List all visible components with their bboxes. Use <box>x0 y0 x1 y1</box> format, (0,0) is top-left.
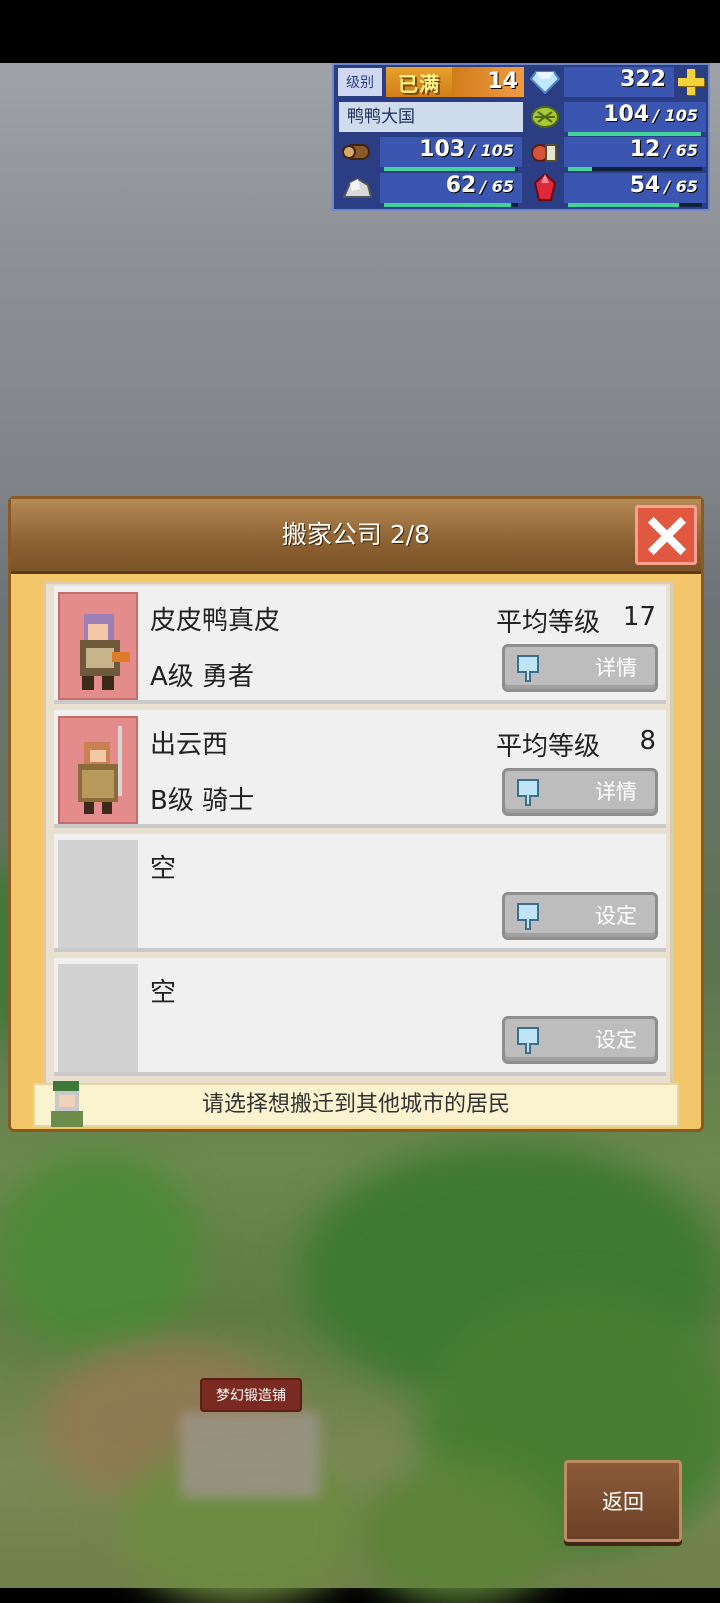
pin-icon <box>517 655 539 682</box>
empty-slot-label: 空 <box>150 978 177 1008</box>
avg-level-value: 17 <box>622 602 656 632</box>
avatar <box>58 592 138 700</box>
gem-count: 322 <box>564 67 674 97</box>
ore-bar <box>384 203 511 207</box>
shop-sign[interactable]: 梦幻锻造铺 <box>200 1378 302 1412</box>
mana-value: 54/ 65 <box>564 173 706 207</box>
resident-list: 皮皮鸭真皮 A级 勇者 平均等级 17 详情 出云西 B级 骑士 平均等级 8 … <box>43 581 673 1089</box>
resident-slot-1[interactable]: 皮皮鸭真皮 A级 勇者 平均等级 17 详情 <box>54 586 666 704</box>
details-button[interactable]: 详情 <box>502 768 658 816</box>
shop-building <box>180 1412 320 1498</box>
wood-icon <box>340 137 374 167</box>
moving-company-dialog: 搬家公司 2/8 皮皮鸭真皮 A级 勇者 平均等级 17 详情 出云西 B级 骑… <box>8 496 704 1132</box>
add-gems-button[interactable] <box>676 67 706 97</box>
avatar <box>58 716 138 824</box>
status-bar <box>0 0 720 63</box>
empty-portrait <box>58 840 138 948</box>
empty-slot-label: 空 <box>150 854 177 884</box>
details-button[interactable]: 详情 <box>502 644 658 692</box>
resident-slot-4[interactable]: 空 设定 <box>54 958 666 1076</box>
diamond-icon <box>528 67 562 97</box>
resident-rank: A级 勇者 <box>150 662 255 692</box>
set-button[interactable]: 设定 <box>502 1016 658 1064</box>
grain-icon <box>528 102 562 132</box>
avg-level-value: 8 <box>639 726 656 756</box>
dialog-title: 搬家公司 2/8 <box>281 520 431 549</box>
pin-icon <box>517 1027 539 1054</box>
ore-icon <box>340 173 374 203</box>
food-icon <box>528 137 562 167</box>
mana-bar <box>568 203 679 207</box>
resident-rank: B级 骑士 <box>150 786 255 816</box>
resident-name: 皮皮鸭真皮 <box>150 606 281 636</box>
plus-icon <box>678 69 704 95</box>
level-label: 级别 <box>337 67 383 97</box>
resident-slot-3[interactable]: 空 设定 <box>54 834 666 952</box>
resident-name: 出云西 <box>150 730 229 760</box>
close-button[interactable] <box>635 505 697 565</box>
wood-value: 103/ 105 <box>380 137 522 171</box>
back-button[interactable]: 返回 <box>564 1460 682 1542</box>
level-value: 14 <box>452 67 524 97</box>
hint-text: 请选择想搬迁到其他城市的居民 <box>201 1092 510 1117</box>
pin-icon <box>517 779 539 806</box>
set-button[interactable]: 设定 <box>502 892 658 940</box>
resident-slot-2[interactable]: 出云西 B级 骑士 平均等级 8 详情 <box>54 710 666 828</box>
pin-icon <box>517 903 539 930</box>
grain-value: 104/ 105 <box>564 102 706 136</box>
hint-bar: 请选择想搬迁到其他城市的居民 <box>33 1081 679 1127</box>
level-max-badge: 已满 <box>386 67 452 97</box>
resource-hud: 级别 已满 14 322 鸭鸭大国 104/ 105 103/ 105 12 /… <box>332 63 710 211</box>
empty-portrait <box>58 964 138 1072</box>
food-value: 12/ 65 <box>564 137 706 171</box>
ore-value: 62/ 65 <box>380 173 522 207</box>
avg-level-label: 平均等级 <box>495 732 600 762</box>
avg-level-label: 平均等级 <box>495 608 600 638</box>
kingdom-name: 鸭鸭大国 <box>339 102 523 132</box>
ruby-icon <box>528 173 562 203</box>
